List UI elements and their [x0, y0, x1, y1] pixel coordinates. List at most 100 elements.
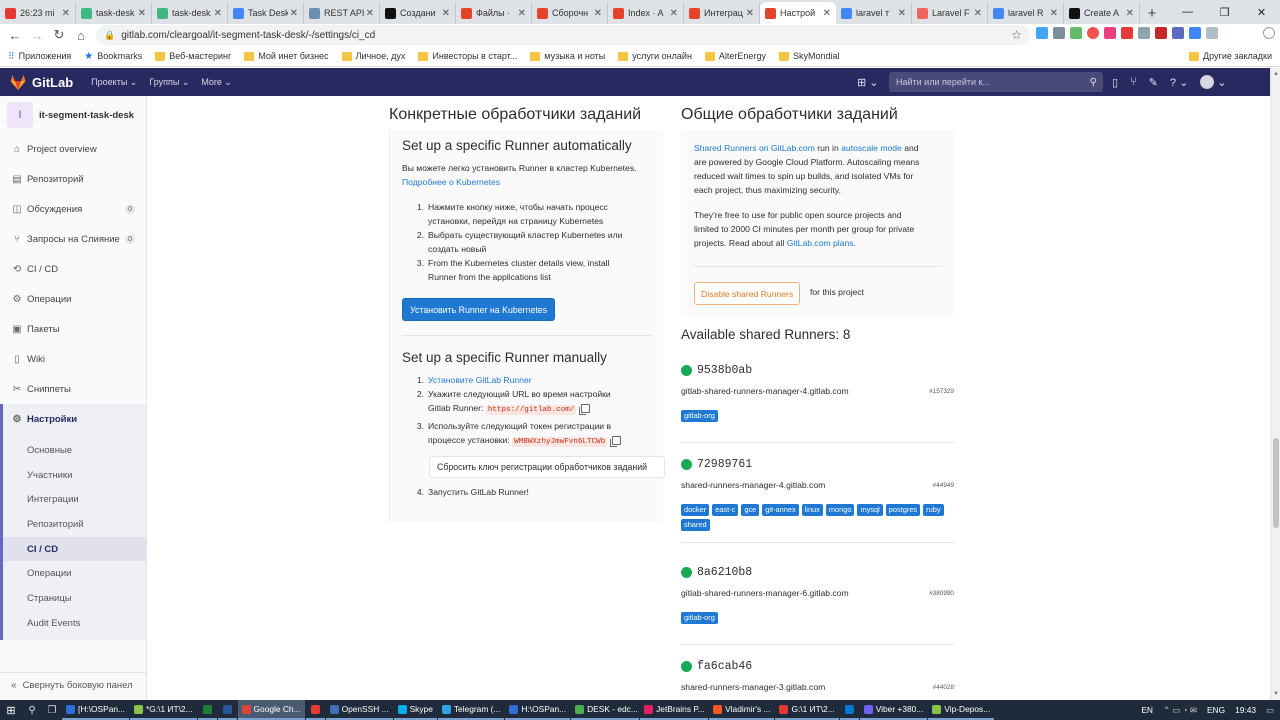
user-menu[interactable]: ⌄ [1200, 75, 1227, 89]
extension-icon[interactable] [1070, 27, 1082, 39]
sidebar-item[interactable]: ▯ Wiki [0, 344, 146, 374]
bookmark-item[interactable]: Личное, дух [341, 51, 405, 61]
windows-start-icon[interactable]: ⊞ [0, 700, 22, 720]
project-header[interactable]: I it-segment-task-desk [0, 96, 146, 134]
runner-token-name[interactable]: 72989761 [697, 458, 752, 471]
tab-close-icon[interactable]: ✕ [1126, 8, 1134, 19]
sidebar-item[interactable]: ⑂ Запросы на Слияние 0 [0, 224, 146, 254]
tab-close-icon[interactable]: ✕ [898, 8, 906, 19]
taskbar-app[interactable]: Skype [393, 700, 437, 720]
bookmark-item[interactable]: услуги онлайн [618, 51, 692, 61]
taskbar-app[interactable]: G:\1 ИТ\2... [775, 700, 839, 720]
restore-button[interactable]: ❐ [1206, 0, 1243, 24]
issues-icon[interactable]: ▯ [1112, 76, 1118, 89]
keyboard-language[interactable]: ENG [1207, 705, 1225, 715]
tab-close-icon[interactable]: ✕ [518, 8, 526, 19]
extension-icon[interactable] [1263, 27, 1275, 39]
sidebar-item[interactable]: ▤ Репозиторий [0, 164, 146, 194]
close-window-button[interactable]: ✕ [1243, 0, 1280, 24]
taskbar-app[interactable]: JetBrains P... [640, 700, 709, 720]
taskbar-app[interactable]: Telegram (... [437, 700, 505, 720]
extension-icon[interactable] [1189, 27, 1201, 39]
kubernetes-docs-link[interactable]: Подробнее о Kubernetes [402, 175, 500, 189]
tab-close-icon[interactable]: ✕ [366, 8, 374, 19]
taskbar-app[interactable] [839, 700, 859, 720]
help-icon[interactable]: ? ⌄ [1170, 76, 1188, 89]
sidebar-item[interactable]: ▣ Пакеты [0, 314, 146, 344]
other-bookmarks[interactable]: Другие закладки [1189, 51, 1272, 61]
bookmark-item[interactable]: Инвесторы в старт... [418, 51, 517, 61]
sidebar-item[interactable]: ✂ Сниппеты [0, 374, 146, 404]
install-runner-kubernetes-button[interactable]: Установить Runner на Kubernetes [402, 298, 556, 321]
taskbar-app[interactable]: Vladimir's ... [709, 700, 775, 720]
sidebar-subitem[interactable]: CI / CD [3, 536, 146, 562]
extension-icon[interactable] [1206, 27, 1218, 39]
tab-close-icon[interactable]: ✕ [823, 8, 831, 19]
sidebar-subitem[interactable]: Репозиторий [3, 512, 146, 537]
browser-tab[interactable]: task-desk ✕ [76, 2, 152, 24]
scroll-down-arrow-icon[interactable]: ▼ [1273, 691, 1279, 697]
tab-close-icon[interactable]: ✕ [1050, 8, 1058, 19]
install-gitlab-runner-link[interactable]: Установите GitLab Runner [428, 373, 532, 387]
reset-registration-token-button[interactable]: Сбросить ключ регистрации обработчиков з… [429, 456, 665, 478]
runner-token-name[interactable]: 9538b0ab [697, 364, 752, 377]
copy-token-icon[interactable] [610, 436, 622, 448]
sidebar-subitem[interactable]: Audit Events [3, 611, 146, 636]
extension-icon[interactable] [1172, 27, 1184, 39]
taskbar-app[interactable] [305, 700, 325, 720]
minimize-button[interactable]: — [1169, 0, 1206, 24]
taskbar-app[interactable]: Google Ch... [237, 700, 305, 720]
extension-icon[interactable] [1138, 27, 1150, 39]
browser-tab[interactable]: Create A ✕ [1064, 2, 1140, 24]
extension-icon[interactable] [1104, 27, 1116, 39]
home-button[interactable]: ⌂ [70, 24, 92, 46]
task-view-icon[interactable]: ❐ [42, 700, 62, 720]
tab-close-icon[interactable]: ✕ [442, 8, 450, 19]
new-tab-button[interactable]: + [1140, 2, 1164, 24]
extension-icon[interactable] [1087, 27, 1099, 39]
new-dropdown[interactable]: ⊞ ⌄ [857, 68, 879, 96]
nav-menu-item[interactable]: Группы ⌄ [149, 77, 189, 88]
taskbar-app[interactable]: *G:\1 ИТ\2... [130, 700, 197, 720]
tab-close-icon[interactable]: ✕ [214, 8, 222, 19]
sidebar-item[interactable]: ◫ Обсуждения 0 [0, 194, 146, 224]
browser-tab[interactable]: Настрой ✕ [760, 2, 836, 24]
copy-url-icon[interactable] [579, 404, 591, 416]
bookmark-item[interactable]: Веб-мастеринг [155, 51, 231, 61]
sidebar-item[interactable]: ⌂ Project overview [0, 134, 146, 164]
merge-request-icon[interactable]: ⑂ [1130, 76, 1137, 88]
browser-tab[interactable]: Laravel F ✕ [912, 2, 988, 24]
bookmark-item[interactable]: ⠿ Приложения [8, 51, 71, 62]
bookmark-item[interactable]: SkyMondial [778, 51, 839, 61]
browser-tab[interactable]: 26:23 mi ✕ [0, 2, 76, 24]
gitlab-logo[interactable]: GitLab [10, 74, 73, 90]
taskbar-app[interactable] [217, 700, 237, 720]
sidebar-subitem[interactable]: Интеграции [3, 487, 146, 512]
collapse-sidebar-button[interactable]: « Свернуть боковую панел [0, 672, 146, 698]
notifications-icon[interactable]: ▭ [1266, 705, 1274, 715]
forward-button[interactable]: → [26, 24, 48, 46]
scroll-up-arrow-icon[interactable]: ▲ [1273, 71, 1279, 77]
browser-tab[interactable]: Создани ✕ [380, 2, 456, 24]
back-button[interactable]: ← [4, 24, 26, 46]
scrollbar-thumb[interactable] [1273, 438, 1279, 528]
extension-icon[interactable] [1036, 27, 1048, 39]
runner-token-name[interactable]: fa6cab46 [697, 660, 752, 673]
taskbar-app[interactable]: Viber +380... [859, 700, 928, 720]
bookmark-item[interactable]: музыка и ноты [530, 51, 605, 61]
browser-tab[interactable]: Сборочн ✕ [532, 2, 608, 24]
tab-close-icon[interactable]: ✕ [670, 8, 678, 19]
taskbar-app[interactable]: Vip-Depos... [928, 700, 995, 720]
clock[interactable]: 19:43 [1235, 705, 1256, 715]
page-scrollbar[interactable]: ▲ ▼ [1270, 68, 1280, 700]
taskbar-app[interactable]: DESK - edc... [571, 700, 640, 720]
sidebar-subitem[interactable]: Основные [3, 438, 146, 463]
sidebar-subitem[interactable]: Страницы [3, 586, 146, 611]
sidebar-item[interactable]: ⚙ Операции [0, 284, 146, 314]
sidebar-item[interactable]: ⟲ CI / CD [0, 254, 146, 284]
browser-tab[interactable]: laravel R ✕ [988, 2, 1064, 24]
extension-icon[interactable] [1053, 27, 1065, 39]
browser-tab[interactable]: Task Desk ✕ [228, 2, 304, 24]
tab-close-icon[interactable]: ✕ [974, 8, 982, 19]
bookmark-item[interactable]: AlterEnergy [704, 51, 766, 61]
